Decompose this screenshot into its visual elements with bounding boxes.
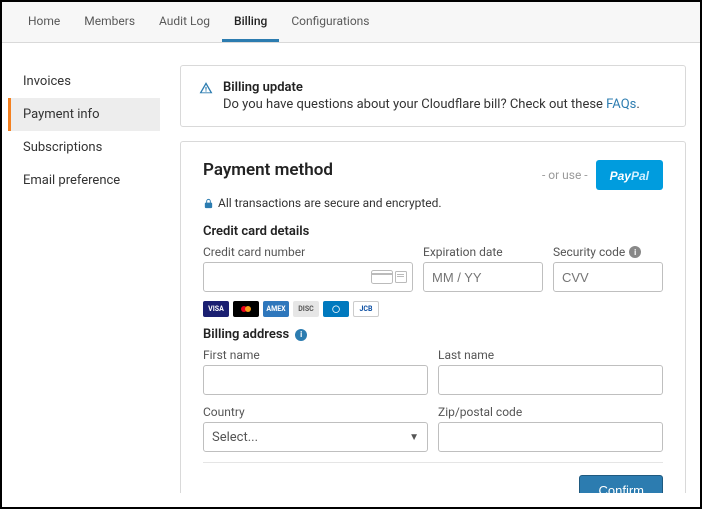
tab-home[interactable]: Home <box>16 2 72 42</box>
sidebar-item-subscriptions[interactable]: Subscriptions <box>8 131 160 164</box>
card-logos: VISA AMEX DISC ◯ JCB <box>203 301 413 317</box>
info-icon[interactable]: i <box>295 329 307 341</box>
cc-section-title: Credit card details <box>203 224 663 239</box>
tab-members[interactable]: Members <box>72 2 147 42</box>
sidebar: Invoices Payment info Subscriptions Emai… <box>8 65 160 493</box>
security-code-label: Security code i <box>553 245 663 259</box>
tab-audit-log[interactable]: Audit Log <box>147 2 222 42</box>
lock-icon <box>203 198 214 209</box>
payment-method-title: Payment method <box>203 160 333 180</box>
alert-body: Do you have questions about your Cloudfl… <box>223 97 640 112</box>
card-field-icon <box>371 270 407 284</box>
sidebar-item-payment-info[interactable]: Payment info <box>8 98 160 131</box>
expiration-input[interactable] <box>423 262 543 292</box>
chevron-down-icon: ▼ <box>409 432 419 443</box>
confirm-button[interactable]: Confirm <box>579 475 663 493</box>
payment-method-panel: Payment method - or use - PayPal All tra… <box>180 141 686 493</box>
alert-title: Billing update <box>223 80 640 95</box>
security-code-input[interactable] <box>553 262 663 292</box>
zip-input[interactable] <box>438 422 663 452</box>
or-use-label: - or use - <box>542 168 588 182</box>
tab-configurations[interactable]: Configurations <box>279 2 381 42</box>
amex-icon: AMEX <box>263 301 289 317</box>
info-icon[interactable]: i <box>629 246 641 258</box>
billing-address-title: Billing address i <box>203 327 663 342</box>
main-content: Billing update Do you have questions abo… <box>180 65 686 493</box>
last-name-input[interactable] <box>438 365 663 395</box>
sidebar-item-email-preference[interactable]: Email preference <box>8 164 160 197</box>
sidebar-item-invoices[interactable]: Invoices <box>8 65 160 98</box>
billing-alert: Billing update Do you have questions abo… <box>180 65 686 127</box>
expiration-label: Expiration date <box>423 245 543 259</box>
first-name-input[interactable] <box>203 365 428 395</box>
country-label: Country <box>203 405 428 419</box>
cc-number-label: Credit card number <box>203 245 413 259</box>
country-select[interactable]: Select... ▼ <box>203 422 428 452</box>
last-name-label: Last name <box>438 348 663 362</box>
jcb-icon: JCB <box>353 301 379 317</box>
visa-icon: VISA <box>203 301 229 317</box>
top-nav: Home Members Audit Log Billing Configura… <box>2 2 700 43</box>
discover-icon: DISC <box>293 301 319 317</box>
tab-billing[interactable]: Billing <box>222 2 279 42</box>
zip-label: Zip/postal code <box>438 405 663 419</box>
paypal-button[interactable]: PayPal <box>596 160 663 190</box>
diners-icon: ◯ <box>323 301 349 317</box>
first-name-label: First name <box>203 348 428 362</box>
faqs-link[interactable]: FAQs <box>606 97 636 112</box>
mastercard-icon <box>233 301 259 317</box>
alert-icon <box>199 81 213 112</box>
secure-note: All transactions are secure and encrypte… <box>203 196 663 210</box>
